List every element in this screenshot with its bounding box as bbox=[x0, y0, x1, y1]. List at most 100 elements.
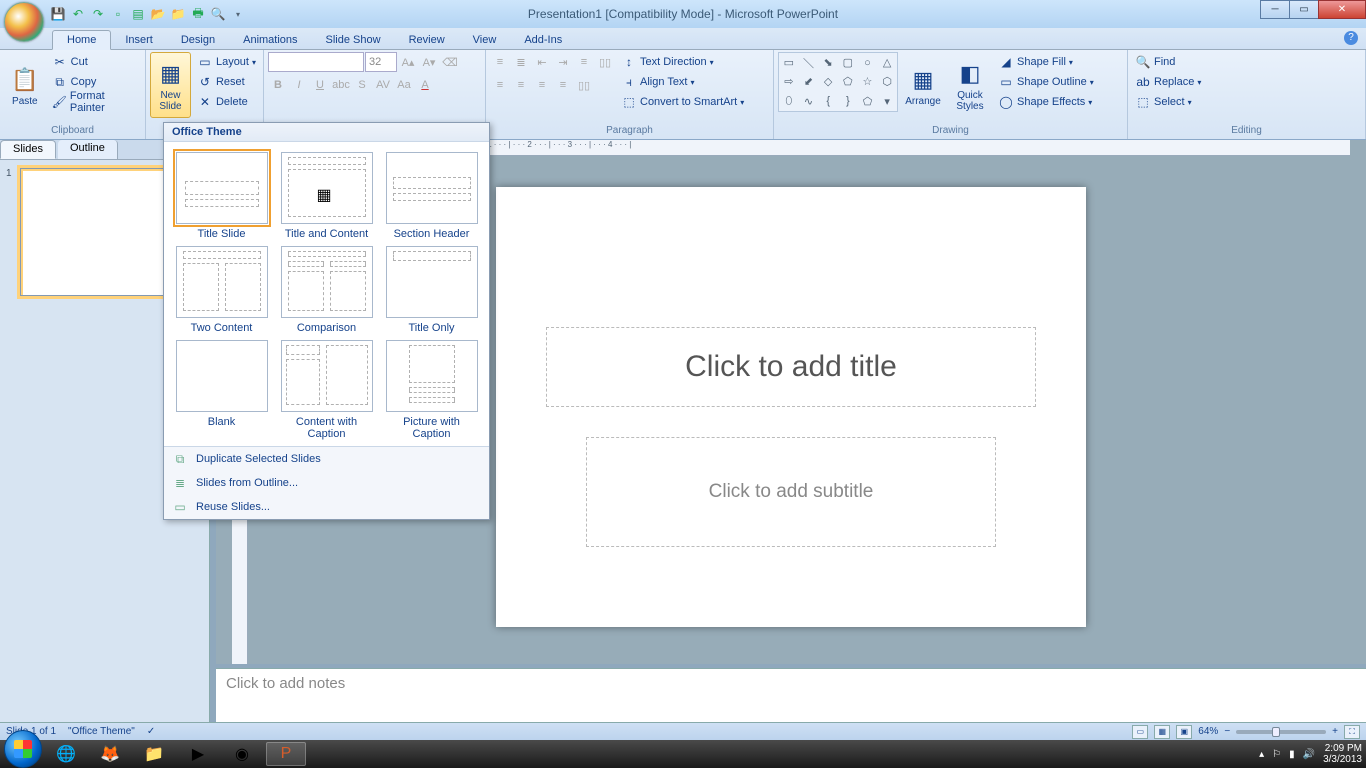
tray-clock[interactable]: 2:09 PM 3/3/2013 bbox=[1323, 743, 1362, 765]
italic-button[interactable]: I bbox=[289, 75, 309, 95]
redo-icon[interactable]: ↷ bbox=[90, 6, 106, 22]
tray-volume-icon[interactable]: 🔊 bbox=[1303, 749, 1315, 760]
taskbar-explorer-icon[interactable]: 📁 bbox=[134, 742, 174, 766]
taskbar-powerpoint-icon[interactable]: P bbox=[266, 742, 306, 766]
pane-tab-outline[interactable]: Outline bbox=[58, 140, 118, 159]
title-placeholder[interactable]: Click to add title bbox=[546, 327, 1036, 407]
start-button[interactable] bbox=[4, 730, 42, 768]
spacing-button[interactable]: AV bbox=[373, 75, 393, 95]
indent-dec-button[interactable]: ⇤ bbox=[532, 52, 552, 72]
qat-preview-icon[interactable]: 🔍 bbox=[210, 6, 226, 22]
tray-flag-icon[interactable]: ⚐ bbox=[1272, 749, 1281, 760]
font-color-button[interactable]: A bbox=[415, 75, 435, 95]
shape-icon[interactable]: ⇨ bbox=[779, 72, 799, 91]
qat-print-icon[interactable]: 🖶 bbox=[190, 6, 206, 22]
align-center-button[interactable]: ≡ bbox=[511, 75, 531, 95]
quick-styles-button[interactable]: ◧Quick Styles bbox=[948, 52, 992, 118]
layout-button[interactable]: ▭Layout▾ bbox=[194, 52, 259, 72]
layout-title-content[interactable]: ▦ Title and Content bbox=[277, 152, 376, 240]
strike-button[interactable]: abc bbox=[331, 75, 351, 95]
shape-icon[interactable]: ▭ bbox=[779, 53, 799, 72]
shape-outline-button[interactable]: ▭Shape Outline▾ bbox=[995, 72, 1097, 92]
layout-two-content[interactable]: Two Content bbox=[172, 246, 271, 334]
tab-view[interactable]: View bbox=[459, 31, 511, 49]
qat-open-icon[interactable]: 📂 bbox=[150, 6, 166, 22]
cut-button[interactable]: ✂Cut bbox=[49, 52, 141, 72]
subtitle-placeholder[interactable]: Click to add subtitle bbox=[586, 437, 996, 547]
shape-icon[interactable]: } bbox=[838, 92, 858, 111]
reuse-slides-item[interactable]: ▭Reuse Slides... bbox=[164, 495, 489, 519]
sorter-view-button[interactable]: ▦ bbox=[1154, 725, 1170, 739]
tab-review[interactable]: Review bbox=[395, 31, 459, 49]
copy-button[interactable]: ⧉Copy bbox=[49, 72, 141, 92]
layout-section-header[interactable]: Section Header bbox=[382, 152, 481, 240]
shape-icon[interactable]: { bbox=[818, 92, 838, 111]
shape-icon[interactable]: ▾ bbox=[877, 92, 897, 111]
qat-icon[interactable]: ▤ bbox=[130, 6, 146, 22]
justify-button[interactable]: ≡ bbox=[553, 75, 573, 95]
shape-effects-button[interactable]: ◯Shape Effects▾ bbox=[995, 92, 1097, 112]
shape-fill-button[interactable]: ◢Shape Fill▾ bbox=[995, 52, 1097, 72]
font-family-combo[interactable] bbox=[268, 52, 364, 72]
maximize-button[interactable]: ▭ bbox=[1289, 0, 1319, 19]
format-painter-button[interactable]: 🖌Format Painter bbox=[49, 92, 141, 112]
minimize-button[interactable]: ─ bbox=[1260, 0, 1290, 19]
zoom-slider[interactable] bbox=[1236, 730, 1326, 734]
select-button[interactable]: ⬚Select▾ bbox=[1132, 92, 1204, 112]
grow-font-button[interactable]: A▴ bbox=[398, 52, 418, 72]
tab-insert[interactable]: Insert bbox=[111, 31, 167, 49]
arrange-button[interactable]: ▦Arrange bbox=[901, 52, 945, 118]
bullets-button[interactable]: ≡ bbox=[490, 52, 510, 72]
columns-button[interactable]: ▯▯ bbox=[595, 52, 615, 72]
spellcheck-icon[interactable]: ✓ bbox=[147, 726, 155, 737]
shape-icon[interactable]: ▢ bbox=[838, 53, 858, 72]
align-left-button[interactable]: ≡ bbox=[490, 75, 510, 95]
shape-icon[interactable]: ⬋ bbox=[799, 72, 819, 91]
shape-icon[interactable]: ☆ bbox=[858, 72, 878, 91]
zoom-percent[interactable]: 64% bbox=[1198, 726, 1218, 737]
align-right-button[interactable]: ≡ bbox=[532, 75, 552, 95]
numbering-button[interactable]: ≣ bbox=[511, 52, 531, 72]
convert-smartart-button[interactable]: ⬚Convert to SmartArt▾ bbox=[618, 92, 747, 112]
tab-home[interactable]: Home bbox=[52, 30, 111, 50]
notes-pane[interactable]: Click to add notes bbox=[216, 668, 1366, 722]
tab-animations[interactable]: Animations bbox=[229, 31, 311, 49]
tray-up-icon[interactable]: ▴ bbox=[1259, 749, 1264, 760]
delete-button[interactable]: ✕Delete bbox=[194, 92, 259, 112]
fit-button[interactable]: ⛶ bbox=[1344, 725, 1360, 739]
shape-icon[interactable]: ⬠ bbox=[838, 72, 858, 91]
font-size-combo[interactable]: 32 bbox=[365, 52, 397, 72]
layout-content-caption[interactable]: Content with Caption bbox=[277, 340, 376, 440]
underline-button[interactable]: U bbox=[310, 75, 330, 95]
pane-tab-slides[interactable]: Slides bbox=[0, 140, 56, 159]
undo-icon[interactable]: ↶ bbox=[70, 6, 86, 22]
normal-view-button[interactable]: ▭ bbox=[1132, 725, 1148, 739]
slide-canvas[interactable]: Click to add title Click to add subtitle bbox=[496, 187, 1086, 627]
case-button[interactable]: Aa bbox=[394, 75, 414, 95]
qat-more-icon[interactable]: ▾ bbox=[230, 6, 246, 22]
find-button[interactable]: 🔍Find bbox=[1132, 52, 1204, 72]
shape-icon[interactable]: ◇ bbox=[818, 72, 838, 91]
new-slide-button[interactable]: ▦ New Slide bbox=[150, 52, 191, 118]
zoom-out-button[interactable]: − bbox=[1224, 726, 1230, 737]
replace-button[interactable]: abReplace▾ bbox=[1132, 72, 1204, 92]
layout-picture-caption[interactable]: Picture with Caption bbox=[382, 340, 481, 440]
shape-icon[interactable]: △ bbox=[877, 53, 897, 72]
save-icon[interactable]: 💾 bbox=[50, 6, 66, 22]
columns2-button[interactable]: ▯▯ bbox=[574, 75, 594, 95]
zoom-in-button[interactable]: + bbox=[1332, 726, 1338, 737]
slideshow-view-button[interactable]: ▣ bbox=[1176, 725, 1192, 739]
layout-title-slide[interactable]: Title Slide bbox=[172, 152, 271, 240]
shape-icon[interactable]: ∿ bbox=[799, 92, 819, 111]
shape-icon[interactable]: ⬡ bbox=[877, 72, 897, 91]
line-spacing-button[interactable]: ≡ bbox=[574, 52, 594, 72]
office-button[interactable] bbox=[4, 2, 44, 42]
shadow-button[interactable]: S bbox=[352, 75, 372, 95]
shape-icon[interactable]: ○ bbox=[858, 53, 878, 72]
shape-icon[interactable]: ＼ bbox=[799, 53, 819, 72]
shrink-font-button[interactable]: A▾ bbox=[419, 52, 439, 72]
shape-icon[interactable]: ⬠ bbox=[858, 92, 878, 111]
shape-icon[interactable]: ⬊ bbox=[818, 53, 838, 72]
indent-inc-button[interactable]: ⇥ bbox=[553, 52, 573, 72]
qat-icon-2[interactable]: 📁 bbox=[170, 6, 186, 22]
